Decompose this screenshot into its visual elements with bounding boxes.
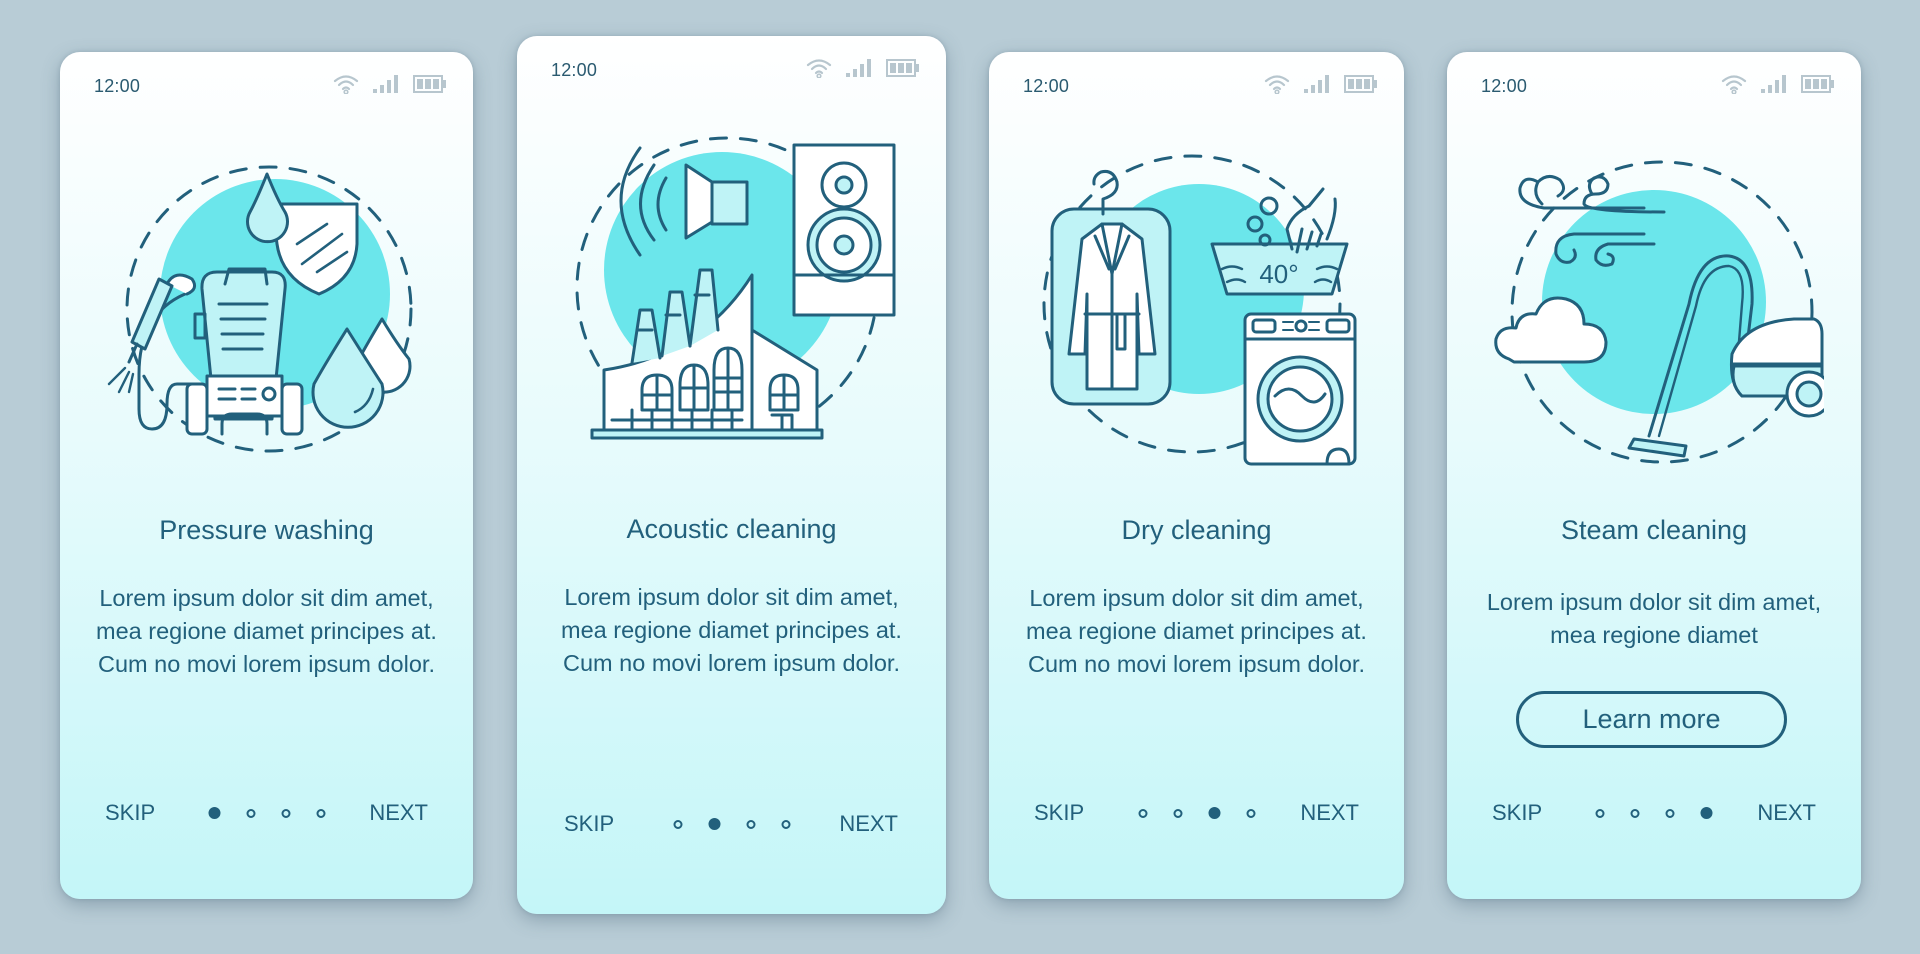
page-dot-1-active[interactable]	[208, 807, 220, 819]
page-indicator	[1138, 807, 1255, 819]
screen-title: Acoustic cleaning	[626, 514, 837, 544]
status-time: 12:00	[94, 76, 141, 96]
page-dot-4-active[interactable]	[1700, 807, 1713, 819]
temperature-label: 40°	[1259, 259, 1298, 289]
next-button[interactable]: NEXT	[1757, 797, 1816, 829]
onboarding-footer: SKIP NEXT	[1447, 797, 1861, 829]
skip-button[interactable]: SKIP	[105, 797, 155, 829]
page-dot-3[interactable]	[281, 808, 290, 818]
page-dot-1[interactable]	[1595, 808, 1605, 818]
next-button[interactable]: NEXT	[369, 797, 428, 829]
screen-title: Pressure washing	[159, 515, 374, 545]
page-indicator	[673, 818, 790, 830]
page-dot-4[interactable]	[781, 819, 790, 829]
next-button[interactable]: NEXT	[1300, 797, 1359, 829]
status-bar-icons	[1264, 74, 1378, 94]
status-time: 12:00	[1023, 76, 1070, 96]
page-dot-2-active[interactable]	[708, 818, 720, 830]
signal-icon	[1761, 75, 1786, 93]
page-dot-4[interactable]	[316, 808, 325, 818]
page-dot-3-active[interactable]	[1208, 807, 1220, 819]
page-indicator	[208, 807, 325, 819]
battery-icon	[886, 59, 919, 77]
wifi-icon	[1264, 75, 1290, 94]
onboarding-footer: SKIP NEXT	[517, 808, 946, 840]
screen-title: Steam cleaning	[1560, 515, 1748, 545]
onboarding-screen-steam-cleaning: 12:00 Steam cleaning Lorem ipsum dolor s…	[1447, 52, 1861, 899]
onboarding-screen-pressure-washing: 12:00 Pressure washing Lorem ipsum dolor…	[60, 52, 473, 899]
wifi-icon	[806, 59, 832, 78]
screen-title: Dry cleaning	[1121, 515, 1272, 545]
battery-icon	[413, 75, 446, 93]
status-bar-icons	[1721, 74, 1835, 94]
skip-button[interactable]: SKIP	[1492, 797, 1542, 829]
skip-button[interactable]: SKIP	[1034, 797, 1084, 829]
learn-more-button[interactable]: Learn more	[1516, 691, 1787, 748]
page-dot-1[interactable]	[1138, 808, 1147, 818]
onboarding-footer: SKIP NEXT	[60, 797, 473, 829]
screen-description: Lorem ipsum dolor sit dim amet, mea regi…	[96, 585, 437, 677]
screen-description: Lorem ipsum dolor sit dim amet, mea regi…	[561, 584, 902, 676]
page-dot-1[interactable]	[673, 819, 682, 829]
page-dot-2[interactable]	[1630, 808, 1640, 818]
page-dot-3[interactable]	[746, 819, 755, 829]
page-indicator	[1595, 807, 1713, 819]
vacuum-steam-illustration	[1494, 160, 1824, 464]
battery-icon	[1344, 75, 1377, 93]
pressure-washer-illustration	[107, 165, 412, 453]
onboarding-footer: SKIP NEXT	[989, 797, 1404, 829]
onboarding-screen-acoustic-cleaning: 12:00 Acoustic cleaning Lorem ipsum dolo…	[517, 36, 946, 914]
coat-washing-machine-illustration: 40°	[1042, 154, 1356, 466]
signal-icon	[373, 75, 398, 93]
skip-button[interactable]: SKIP	[564, 808, 614, 840]
next-button[interactable]: NEXT	[839, 808, 898, 840]
signal-icon	[1304, 75, 1329, 93]
wifi-icon	[1721, 75, 1747, 94]
page-dot-3[interactable]	[1665, 808, 1675, 818]
page-dot-2[interactable]	[246, 808, 255, 818]
wifi-icon	[333, 75, 359, 94]
status-bar-icons	[806, 58, 920, 78]
status-time: 12:00	[551, 60, 598, 80]
vacuum-nozzle-icon	[1627, 437, 1688, 458]
screen-description: Lorem ipsum dolor sit dim amet, mea regi…	[1026, 585, 1367, 677]
page-dot-2[interactable]	[1173, 808, 1182, 818]
onboarding-screen-dry-cleaning: 12:00 40° Dry cleaning Lorem ipsum dolor…	[989, 52, 1404, 899]
status-time: 12:00	[1481, 76, 1528, 96]
factory-speaker-illustration	[575, 136, 895, 440]
page-dot-4[interactable]	[1246, 808, 1255, 818]
status-bar-icons	[333, 74, 447, 94]
signal-icon	[846, 59, 871, 77]
battery-icon	[1801, 75, 1834, 93]
screen-description: Lorem ipsum dolor sit dim amet, mea regi…	[1486, 589, 1822, 648]
